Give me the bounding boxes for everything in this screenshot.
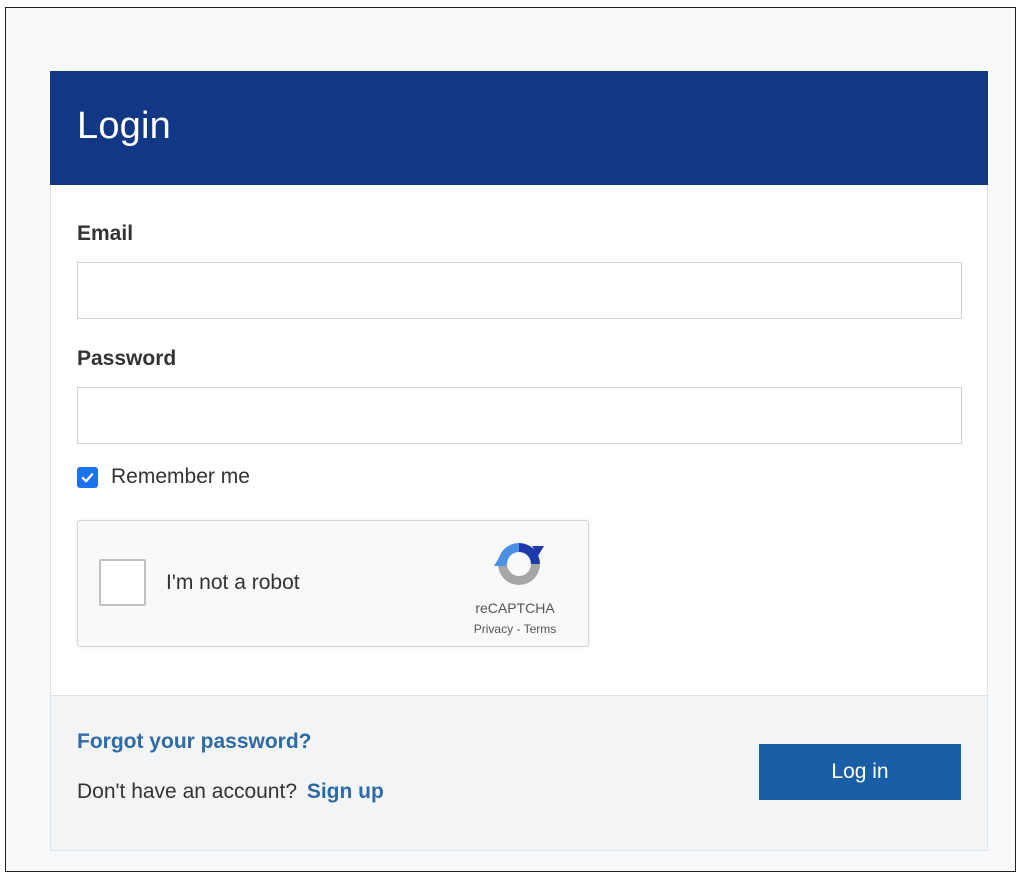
log-in-button[interactable]: Log in bbox=[759, 744, 961, 800]
recaptcha-link-separator: - bbox=[513, 622, 524, 636]
recaptcha-terms-link[interactable]: Terms bbox=[524, 622, 557, 636]
signup-line: Don't have an account? Sign up bbox=[77, 780, 384, 804]
sign-up-link[interactable]: Sign up bbox=[307, 780, 384, 803]
forgot-password-link[interactable]: Forgot your password? bbox=[77, 730, 312, 754]
remember-me-row[interactable]: Remember me bbox=[77, 465, 250, 489]
no-account-text: Don't have an account? bbox=[77, 780, 297, 803]
recaptcha-widget: I'm not a robot reCAPTCHA Privacy - Term… bbox=[77, 520, 589, 647]
card-header: Login bbox=[50, 71, 988, 185]
email-label: Email bbox=[77, 222, 134, 245]
card-footer: Forgot your password? Don't have an acco… bbox=[51, 696, 987, 850]
recaptcha-logo-icon bbox=[494, 543, 544, 585]
password-field[interactable] bbox=[77, 387, 962, 444]
recaptcha-checkbox[interactable] bbox=[99, 559, 146, 606]
login-card: Login Email Password Remember me I'm not… bbox=[50, 71, 988, 851]
remember-me-checkbox[interactable] bbox=[77, 466, 98, 488]
recaptcha-links: Privacy - Terms bbox=[438, 622, 592, 636]
recaptcha-privacy-link[interactable]: Privacy bbox=[474, 622, 513, 636]
password-label: Password bbox=[77, 347, 177, 370]
recaptcha-text: I'm not a robot bbox=[166, 571, 300, 594]
email-field[interactable] bbox=[77, 262, 962, 319]
recaptcha-brand: reCAPTCHA bbox=[475, 600, 555, 616]
page-title: Login bbox=[77, 105, 171, 147]
page-frame: Login Email Password Remember me I'm not… bbox=[5, 7, 1016, 872]
remember-me-label: Remember me bbox=[111, 465, 250, 488]
check-icon bbox=[81, 472, 94, 482]
